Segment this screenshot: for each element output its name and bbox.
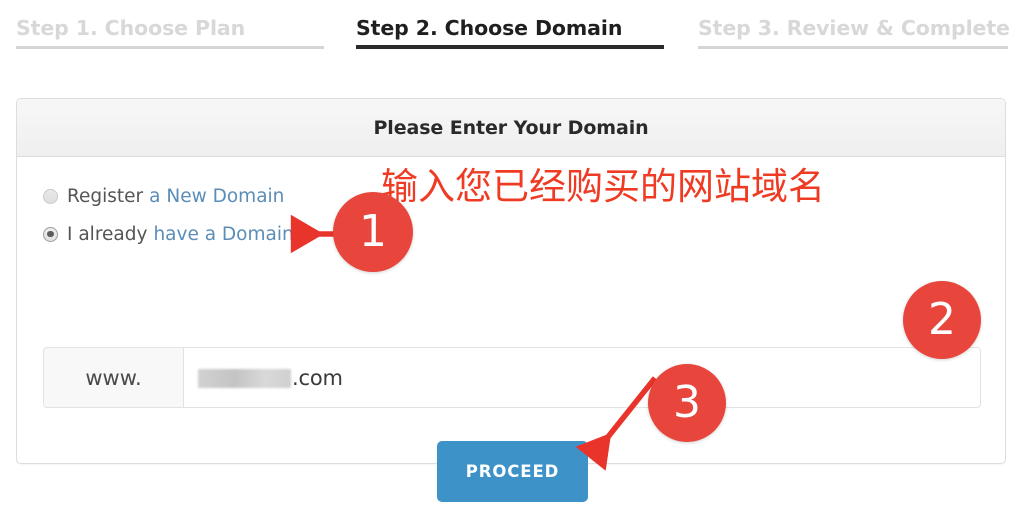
annotation-badge-2: 2: [903, 281, 981, 359]
step-tab-3-label: Step 3. Review & Complete: [698, 16, 1010, 40]
proceed-button[interactable]: PROCEED: [437, 441, 588, 502]
step-tab-2-label: Step 2. Choose Domain: [356, 16, 623, 40]
domain-input[interactable]: .com: [184, 348, 980, 407]
domain-tld-text: .com: [292, 365, 343, 390]
option-already-have-label: I already: [67, 223, 148, 245]
step-tab-3[interactable]: Step 3. Review & Complete: [680, 0, 1018, 56]
annotation-badge-3: 3: [648, 364, 726, 442]
domain-input-group: www. .com: [43, 347, 981, 408]
domain-panel: Please Enter Your Domain Register a New …: [16, 98, 1006, 464]
radio-already-have-domain[interactable]: [43, 226, 58, 242]
panel-title: Please Enter Your Domain: [373, 116, 649, 139]
redacted-domain-name: [198, 369, 291, 388]
step-tab-1[interactable]: Step 1. Choose Plan: [0, 0, 340, 56]
option-register-link[interactable]: a New Domain: [149, 186, 284, 207]
annotation-note-text: 输入您已经购买的网站域名: [381, 165, 825, 208]
step-tab-2[interactable]: Step 2. Choose Domain: [340, 0, 680, 56]
step-tab-1-label: Step 1. Choose Plan: [16, 16, 246, 40]
domain-panel-body: Register a New Domain I already have a D…: [17, 157, 1005, 463]
domain-panel-header: Please Enter Your Domain: [17, 99, 1005, 157]
option-already-have-domain[interactable]: I already have a Domain: [43, 219, 979, 249]
step-tab-3-underline: [698, 46, 1008, 49]
step-tab-1-underline: [16, 46, 324, 49]
annotation-badge-1: 1: [333, 192, 413, 272]
step-tabs: Step 1. Choose Plan Step 2. Choose Domai…: [0, 0, 1018, 56]
step-tab-2-underline: [356, 45, 664, 49]
domain-prefix-addon: www.: [44, 348, 184, 407]
radio-register-new-domain[interactable]: [43, 188, 58, 204]
option-already-have-link[interactable]: have a Domain: [153, 224, 293, 245]
option-register-label: Register: [67, 185, 144, 207]
